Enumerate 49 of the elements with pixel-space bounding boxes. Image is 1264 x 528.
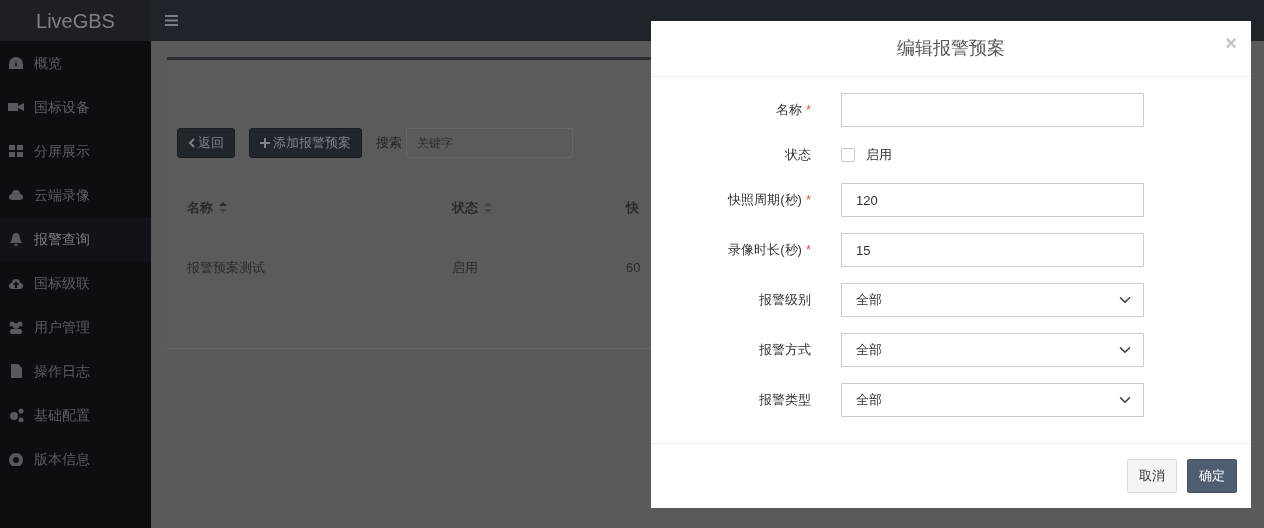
field-label: 报警类型 [759, 391, 811, 410]
sidebar-item[interactable]: 版本信息 [0, 437, 151, 481]
select-field[interactable]: 全部 [841, 383, 1144, 417]
input-field[interactable]: 15 [841, 233, 1144, 267]
input-field[interactable] [841, 93, 1144, 127]
required-mark: * [805, 101, 811, 120]
select-field[interactable]: 全部 [841, 283, 1144, 317]
required-mark: * [805, 241, 811, 260]
add-button[interactable]: 添加报警预案 [249, 128, 362, 158]
users-icon [8, 320, 24, 334]
sidebar-item[interactable]: 概览 [0, 41, 151, 85]
required-mark: * [805, 191, 811, 210]
brand-logo: LiveGBS [0, 0, 151, 41]
back-button[interactable]: 返回 [177, 128, 235, 158]
cloud-icon [8, 188, 24, 202]
sidebar-item[interactable]: 分屏展示 [0, 129, 151, 173]
sidebar-item[interactable]: 云端录像 [0, 173, 151, 217]
modal-title: 编辑报警预案 [897, 37, 1005, 60]
menu-icon[interactable] [165, 15, 178, 26]
grid-icon [8, 144, 24, 158]
cloud-upload-icon [8, 276, 24, 290]
sort-icon[interactable] [219, 202, 227, 214]
field-label: 状态 [785, 146, 811, 165]
field-label: 报警级别 [759, 291, 811, 310]
dashboard-icon [8, 56, 24, 70]
life-ring-icon [8, 452, 24, 466]
sidebar-item[interactable]: 国标设备 [0, 85, 151, 129]
sidebar-item[interactable]: 操作日志 [0, 349, 151, 393]
confirm-button[interactable]: 确定 [1187, 459, 1237, 493]
sidebar-item[interactable]: 报警查询 [0, 217, 151, 261]
sidebar-item[interactable]: 用户管理 [0, 305, 151, 349]
document-icon [8, 364, 24, 378]
bell-icon [8, 232, 24, 246]
plus-icon [260, 138, 270, 148]
field-label: 名称 [775, 101, 802, 120]
search-label: 搜索 [376, 134, 402, 153]
checkbox-label: 启用 [866, 146, 892, 165]
checkbox[interactable] [841, 148, 855, 162]
select-field[interactable]: 全部 [841, 333, 1144, 367]
video-camera-icon [8, 100, 24, 114]
sidebar-item[interactable]: 基础配置 [0, 393, 151, 437]
gears-icon [8, 408, 24, 422]
cancel-button[interactable]: 取消 [1127, 459, 1177, 493]
field-label: 报警方式 [759, 341, 811, 360]
input-field[interactable]: 120 [841, 183, 1144, 217]
sidebar-item[interactable]: 国标级联 [0, 261, 151, 305]
field-label: 快照周期(秒) [728, 191, 802, 210]
chevron-left-icon [188, 138, 195, 148]
field-label: 录像时长(秒) [728, 241, 802, 260]
